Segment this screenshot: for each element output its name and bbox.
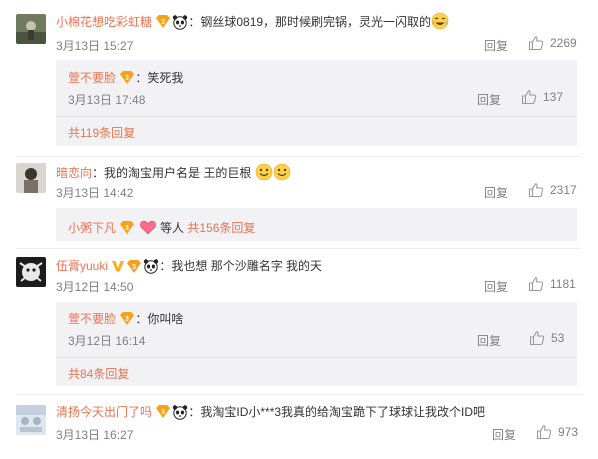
- grin-emoji: [273, 163, 291, 181]
- like-count: 53: [551, 331, 565, 345]
- subreply-like-button[interactable]: 137: [521, 89, 563, 105]
- subreply-text: ：你叫啥: [135, 312, 184, 326]
- comment-username[interactable]: 小棉花想吃彩虹糖: [56, 15, 152, 29]
- badge-group: [155, 404, 188, 420]
- comment-text: ：我淘宝ID小***3我真的给淘宝跪下了球球让我改个ID吧: [188, 405, 486, 419]
- vip-badge-icon: [155, 14, 171, 29]
- gold-v-icon: [111, 259, 125, 273]
- preview-username[interactable]: 小粥下凡: [68, 221, 116, 235]
- avatar[interactable]: [16, 405, 46, 435]
- subreply-reply-button[interactable]: 回复: [477, 332, 501, 349]
- comment-line: 暗恋向：我的淘宝用户名是 王的巨根: [56, 163, 291, 181]
- avatar[interactable]: [16, 163, 46, 193]
- thumbs-up-icon: [536, 424, 552, 440]
- like-count: 2317: [550, 183, 577, 197]
- divider: [16, 156, 582, 157]
- reply-preview: 小粥下凡 等人 共156条回复: [68, 218, 255, 236]
- preview-text: 等人: [160, 221, 185, 235]
- comment-time: 3月13日 14:42: [56, 186, 134, 200]
- like-count: 2269: [550, 36, 577, 50]
- more-replies-link[interactable]: 共119条回复: [68, 124, 135, 141]
- reply-button[interactable]: 回复: [484, 278, 508, 295]
- divider: [16, 394, 582, 395]
- like-button[interactable]: 1181: [528, 276, 576, 292]
- vip-badge-icon: [119, 220, 135, 235]
- divider: [16, 248, 582, 249]
- grin-emoji: [255, 163, 273, 181]
- thumbs-up-icon: [528, 182, 544, 198]
- more-replies-link[interactable]: 共84条回复: [68, 365, 129, 382]
- subreply-reply-button[interactable]: 回复: [477, 91, 501, 108]
- like-count: 973: [558, 425, 579, 439]
- like-button[interactable]: 2317: [528, 182, 577, 198]
- subreply-like-button[interactable]: 53: [529, 330, 564, 346]
- like-button[interactable]: 973: [536, 424, 578, 440]
- reply-button[interactable]: 回复: [484, 184, 508, 201]
- subreply-time: 3月13日 17:48: [68, 93, 146, 107]
- vip-badge-icon: [155, 404, 171, 419]
- badge-group: [111, 258, 159, 274]
- subreply-line: 萱不要脸 ：你叫啥: [68, 310, 183, 327]
- vip-badge-icon: [119, 70, 135, 85]
- thumbs-up-icon: [528, 35, 544, 51]
- crying-laugh-emoji: [431, 12, 449, 30]
- thumbs-up-icon: [521, 89, 537, 105]
- comment-line: 伍膏yuuki ：我也想 那个沙雕名字 我的天: [56, 257, 322, 274]
- badge-group: [155, 14, 188, 30]
- comment-text: ：我的淘宝用户名是 王的巨根: [92, 166, 252, 180]
- comment-time: 3月12日 14:50: [56, 280, 134, 294]
- comment-username[interactable]: 伍膏yuuki: [56, 259, 108, 273]
- comment-username[interactable]: 清扬今天出门了吗: [56, 405, 152, 419]
- reply-button[interactable]: 回复: [492, 426, 516, 443]
- divider: [56, 357, 577, 358]
- like-count: 1181: [550, 277, 576, 291]
- comment-username[interactable]: 暗恋向: [56, 166, 92, 180]
- more-replies-link[interactable]: 共156条回复: [187, 221, 255, 235]
- panda-icon: [172, 404, 188, 420]
- panda-icon: [172, 14, 188, 30]
- reply-button[interactable]: 回复: [484, 37, 508, 54]
- avatar[interactable]: [16, 14, 46, 44]
- panda-icon: [143, 258, 159, 274]
- like-button[interactable]: 2269: [528, 35, 577, 51]
- like-count: 137: [543, 90, 564, 104]
- comment-line: 小棉花想吃彩虹糖 ：钢丝球0819，那时候刷完锅，灵光一闪取的: [56, 12, 449, 30]
- vip-badge-icon: [119, 311, 135, 326]
- subreply-username[interactable]: 萱不要脸: [68, 71, 116, 85]
- comment-time: 3月13日 15:27: [56, 39, 134, 53]
- subreply-line: 萱不要脸 ：笑死我: [68, 69, 183, 86]
- comment-time: 3月13日 16:27: [56, 428, 134, 442]
- vip-badge-icon: [126, 259, 142, 274]
- avatar[interactable]: [16, 257, 46, 287]
- subreply-time: 3月12日 16:14: [68, 334, 146, 348]
- comment-line: 清扬今天出门了吗 ：我淘宝ID小***3我真的给淘宝跪下了球球让我改个ID吧: [56, 403, 485, 420]
- thumbs-up-icon: [528, 276, 544, 292]
- comment-text: ：钢丝球0819，那时候刷完锅，灵光一闪取的: [188, 15, 432, 29]
- subreply-username[interactable]: 萱不要脸: [68, 312, 116, 326]
- comment-text: ：我也想 那个沙雕名字 我的天: [159, 259, 323, 273]
- subreply-text: ：笑死我: [135, 71, 184, 85]
- divider: [56, 116, 577, 117]
- thumbs-up-icon: [529, 330, 545, 346]
- heart-emoji: [139, 218, 157, 236]
